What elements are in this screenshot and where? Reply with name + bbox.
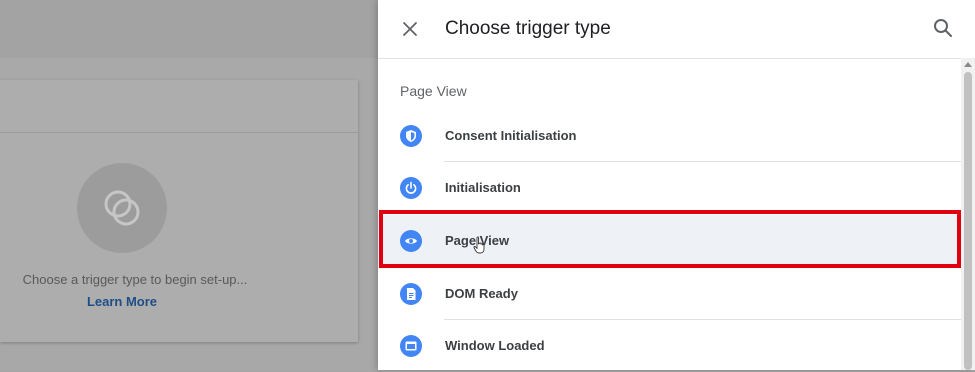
section-heading-page-view: Page View (400, 83, 467, 99)
trigger-item-label: Consent Initialisation (445, 128, 577, 143)
window-icon (400, 335, 422, 357)
trigger-config-card: Choose a trigger type to begin set-up...… (0, 80, 358, 342)
document-icon (400, 283, 422, 305)
learn-more-link[interactable]: Learn More (0, 294, 244, 309)
shield-icon (400, 125, 422, 147)
hand-cursor-icon (473, 236, 487, 259)
power-icon (400, 177, 422, 199)
trigger-item-window-loaded[interactable]: Window Loaded (378, 320, 962, 372)
panel-scrollbar[interactable] (961, 58, 975, 370)
search-icon[interactable] (932, 17, 954, 39)
trigger-config-card-header (0, 80, 358, 133)
background-overlay: Choose a trigger type to begin set-up...… (0, 0, 378, 370)
trigger-item-label: Initialisation (445, 180, 521, 195)
trigger-placeholder-icon[interactable] (77, 163, 167, 253)
scroll-thumb[interactable] (964, 72, 972, 370)
panel-title: Choose trigger type (445, 18, 611, 39)
scroll-up-arrow-icon[interactable] (964, 62, 972, 67)
trigger-item-label: DOM Ready (445, 286, 518, 301)
close-icon[interactable] (400, 19, 420, 39)
trigger-item-consent-initialisation[interactable]: Consent Initialisation (378, 110, 962, 162)
trigger-item-page-view[interactable]: Page View (378, 215, 962, 267)
empty-state-text: Choose a trigger type to begin set-up... (22, 272, 248, 287)
choose-trigger-type-panel: Choose trigger type Page View Consent In… (378, 0, 975, 370)
eye-icon (400, 230, 422, 252)
trigger-item-initialisation[interactable]: Initialisation (378, 162, 962, 214)
background-top-bar (0, 0, 378, 59)
panel-header: Choose trigger type (378, 0, 975, 59)
trigger-item-label: Window Loaded (445, 338, 545, 353)
trigger-item-dom-ready[interactable]: DOM Ready (378, 268, 962, 320)
background-band (0, 58, 378, 80)
